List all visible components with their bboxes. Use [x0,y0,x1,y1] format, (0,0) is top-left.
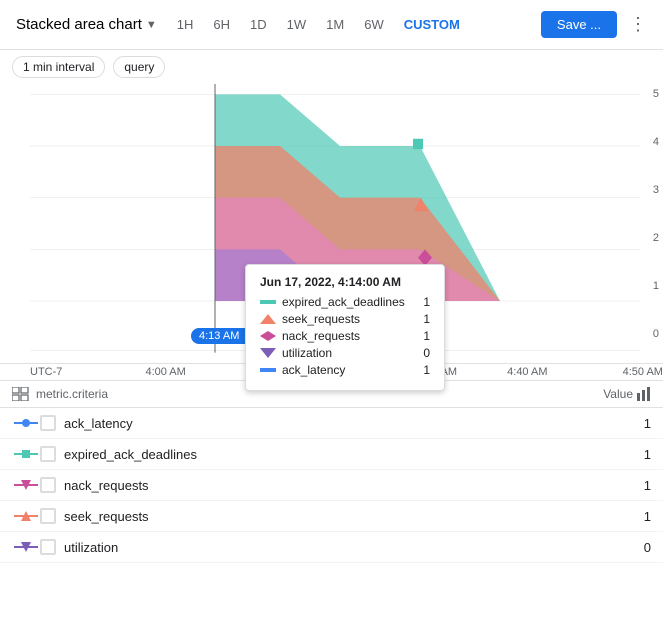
expired-checkbox[interactable] [40,446,56,462]
expired-name: expired_ack_deadlines [64,447,631,462]
ack-latency-checkbox[interactable] [40,415,56,431]
value-header-label: Value [603,387,633,401]
time-button-6w[interactable]: 6W [356,13,392,36]
util-series-icon [12,540,40,554]
x-label-400: 4:00 AM [120,366,210,378]
time-button-1w[interactable]: 1W [279,13,315,36]
legend-row-nack[interactable]: nack_requests 1 [0,470,663,501]
tooltip-label-util: utilization [282,346,417,360]
tooltip-row-expired: expired_ack_deadlines 1 [260,295,430,309]
legend-row-util[interactable]: utilization 0 [0,532,663,563]
legend-row-ack-latency[interactable]: ack_latency 1 [0,408,663,439]
ack-latency-series-icon [12,416,40,430]
util-value: 0 [631,540,651,555]
seek-value: 1 [631,509,651,524]
chart-title: Stacked area chart [16,16,142,33]
crosshair-time: 4:13 AM [199,330,239,342]
chevron-down-icon: ▼ [146,19,157,31]
tooltip-value-ack: 1 [423,363,430,377]
util-name: utilization [64,540,631,555]
time-button-1m[interactable]: 1M [318,13,352,36]
util-icon [260,348,276,358]
ack-icon [260,365,276,375]
seek-series-icon [12,509,40,523]
expired-value: 1 [631,447,651,462]
time-button-1h[interactable]: 1H [169,13,202,36]
time-button-6h[interactable]: 6H [205,13,238,36]
nack-checkbox[interactable] [40,477,56,493]
seek-name: seek_requests [64,509,631,524]
metric-header-label: metric.criteria [36,387,108,401]
tooltip-title: Jun 17, 2022, 4:14:00 AM [260,275,430,289]
tooltip-label-seek: seek_requests [282,312,417,326]
tag-row: 1 min interval query [0,50,663,84]
legend-row-seek[interactable]: seek_requests 1 [0,501,663,532]
tooltip-label-ack: ack_latency [282,363,417,377]
legend-row-expired[interactable]: expired_ack_deadlines 1 [0,439,663,470]
bar-chart-icon [637,387,651,401]
nack-series-icon [12,478,40,492]
util-checkbox[interactable] [40,539,56,555]
seek-checkbox[interactable] [40,508,56,524]
more-options-button[interactable]: ⋮ [621,10,655,39]
chart-title-button[interactable]: Stacked area chart ▼ [8,12,165,37]
x-label-440: 4:40 AM [482,366,572,378]
time-button-custom[interactable]: CUSTOM [396,13,468,36]
tooltip-row-nack: nack_requests 1 [260,329,430,343]
interval-tag[interactable]: 1 min interval [12,56,105,78]
tooltip-value-expired: 1 [423,295,430,309]
nack-value: 1 [631,478,651,493]
tooltip-value-seek: 1 [423,312,430,326]
tooltip-label-nack: nack_requests [282,329,417,343]
header: Stacked area chart ▼ 1H 6H 1D 1W 1M 6W C… [0,0,663,50]
seek-icon [260,314,276,324]
tooltip-label-expired: expired_ack_deadlines [282,295,417,309]
ack-latency-name: ack_latency [64,416,631,431]
value-col-header: Value [603,387,651,401]
save-button[interactable]: Save ... [541,11,617,38]
grid-icon [12,387,30,401]
chart-tooltip: Jun 17, 2022, 4:14:00 AM expired_ack_dea… [245,264,445,391]
nack-name: nack_requests [64,478,631,493]
expired-series-icon [12,447,40,461]
chart-area[interactable]: 5 4 3 2 1 0 4:13 AM ✕ Jun 17, 2022, 4:14… [0,84,663,364]
expired-icon [260,297,276,307]
tooltip-row-seek: seek_requests 1 [260,312,430,326]
x-label-utc: UTC-7 [30,366,120,378]
query-tag[interactable]: query [113,56,165,78]
tooltip-row-ack: ack_latency 1 [260,363,430,377]
tooltip-row-util: utilization 0 [260,346,430,360]
tooltip-value-util: 0 [423,346,430,360]
nack-icon [260,331,276,341]
legend-table: metric.criteria Value ack_latency 1 [0,380,663,563]
time-button-1d[interactable]: 1D [242,13,275,36]
x-label-450: 4:50 AM [573,366,663,378]
tooltip-value-nack: 1 [423,329,430,343]
ack-latency-value: 1 [631,416,651,431]
